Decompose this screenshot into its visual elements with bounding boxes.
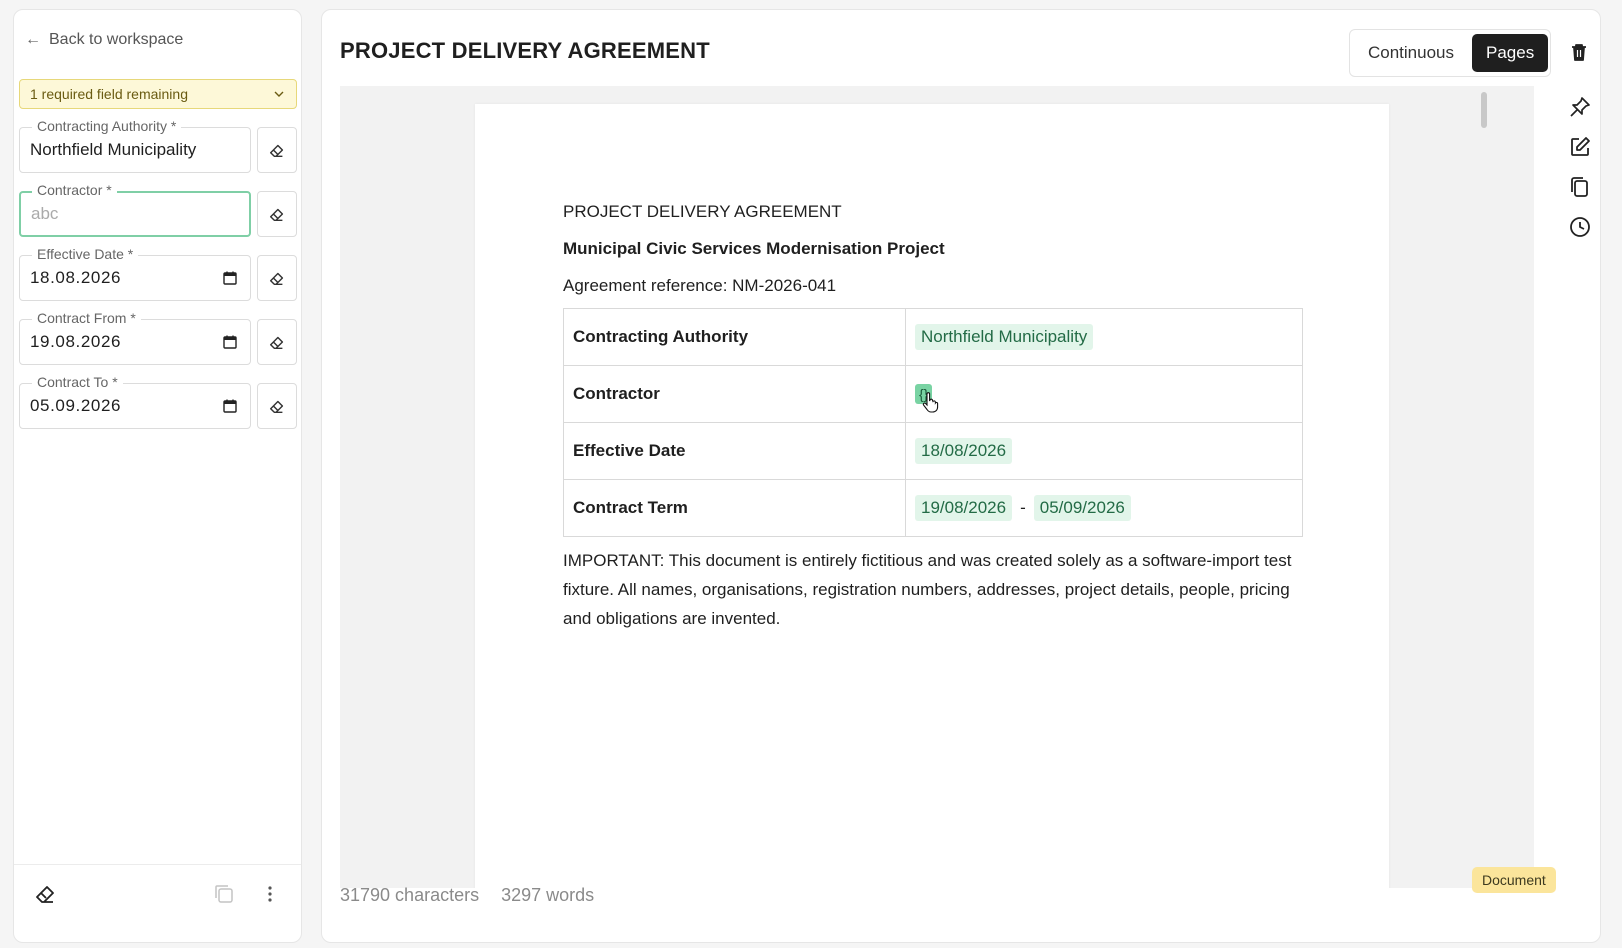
effective-date-label: Effective Date * [32,246,139,262]
table-value-cell: 18/08/2026 [905,422,1303,480]
sidebar-footer [14,864,301,942]
contract-to-label: Contract To * [32,374,123,390]
contract-from-value: 19.08.2026 [30,332,122,351]
clear-contract-from-button[interactable] [257,319,297,365]
trash-icon[interactable] [1568,41,1590,63]
contracting-authority-label: Contracting Authority * [32,118,182,134]
table-key: Effective Date [563,422,906,480]
word-count: 3297 words [501,885,595,905]
required-fields-banner[interactable]: 1 required field remaining [19,79,297,109]
hand-cursor-icon [922,392,939,413]
edit-button[interactable] [1563,130,1597,164]
document-page: PROJECT DELIVERY AGREEMENT Municipal Civ… [475,104,1389,888]
status-bar: 31790 characters 3297 words [340,885,594,909]
back-label: Back to workspace [49,31,184,48]
doc-subheading: Municipal Civic Services Modernisation P… [563,239,945,258]
arrow-left-icon: ← [25,31,41,48]
table-key: Contracting Authority [563,308,906,366]
calendar-icon[interactable] [222,398,238,414]
field-effective-date: 18.08.2026 Effective Date * [19,246,297,301]
edit-icon [1571,137,1590,156]
copy-icon[interactable] [213,883,235,905]
effective-date-value: 18.08.2026 [30,268,122,287]
contracting-authority-chip[interactable]: Northfield Municipality [915,324,1094,350]
scrollbar-thumb[interactable] [1481,92,1487,128]
doc-heading: PROJECT DELIVERY AGREEMENT [563,202,842,221]
contractor-label: Contractor * [32,182,117,198]
eraser-icon [269,144,284,158]
history-icon [1570,217,1590,237]
contracting-authority-value: Northfield Municipality [30,140,197,159]
chevron-down-icon [274,91,284,97]
field-contractor: Contractor * [19,182,297,237]
doc-reference: Agreement reference: NM-2026-041 [563,276,837,295]
copy-icon [1571,177,1588,197]
eraser-icon [269,400,284,414]
table-value-cell: Northfield Municipality [905,308,1303,366]
table-row: Effective Date 18/08/2026 [563,422,1303,480]
table-row: Contract Term 19/08/2026-05/09/2026 [563,479,1303,537]
table-value-cell: {} [905,365,1303,423]
field-contract-from: 19.08.2026 Contract From * [19,310,297,365]
fields-sidebar: ← Back to workspace 1 required field rem… [13,9,302,943]
table-value-cell: 19/08/2026-05/09/2026 [905,479,1303,537]
calendar-icon[interactable] [222,270,238,286]
clear-contract-to-button[interactable] [257,383,297,429]
contractor-chip[interactable]: {} [915,384,939,413]
document-panel: PROJECT DELIVERY AGREEMENT Continuous Pa… [321,9,1601,943]
eraser-icon [269,272,284,286]
clear-contracting-authority-button[interactable] [257,127,297,173]
required-banner-text: 1 required field remaining [30,86,188,102]
document-canvas[interactable]: PROJECT DELIVERY AGREEMENT Municipal Civ… [340,86,1534,888]
contract-to-value: 05.09.2026 [30,396,122,415]
contractor-input[interactable] [31,204,239,224]
history-button[interactable] [1563,210,1597,244]
contract-to-chip[interactable]: 05/09/2026 [1033,495,1131,521]
table-key: Contractor [563,365,906,423]
contract-from-label: Contract From * [32,310,141,326]
table-row: Contractor {} [563,365,1303,423]
clear-effective-date-button[interactable] [257,255,297,301]
contract-from-chip[interactable]: 19/08/2026 [915,495,1013,521]
document-scrollbar[interactable] [1480,88,1488,888]
effective-date-chip[interactable]: 18/08/2026 [915,438,1013,464]
more-vertical-icon[interactable] [258,882,282,906]
back-to-workspace-link[interactable]: ← Back to workspace [25,28,183,52]
eraser-icon [269,208,284,222]
view-mode-toggle: Continuous Pages [1349,29,1551,77]
doc-disclaimer: IMPORTANT: This document is entirely fic… [563,551,1292,628]
table-row: Contracting Authority Northfield Municip… [563,308,1303,366]
pin-button[interactable] [1563,90,1597,124]
eraser-icon [269,336,284,350]
summary-table: Contracting Authority Northfield Municip… [563,308,1303,537]
view-pages-button[interactable]: Pages [1472,34,1549,72]
clear-contractor-button[interactable] [257,191,297,237]
character-count: 31790 characters [340,885,480,905]
document-badge: Document [1472,867,1556,893]
table-key: Contract Term [563,479,906,537]
view-continuous-button[interactable]: Continuous [1354,34,1468,72]
calendar-icon[interactable] [222,334,238,350]
field-contract-to: 05.09.2026 Contract To * [19,374,297,429]
eraser-icon[interactable] [34,882,58,906]
pin-icon [1570,97,1590,117]
term-separator: - [1020,498,1026,517]
document-title: PROJECT DELIVERY AGREEMENT [340,38,710,63]
copy-button[interactable] [1563,170,1597,204]
field-contracting-authority: Northfield Municipality Contracting Auth… [19,118,297,173]
page-content: PROJECT DELIVERY AGREEMENT Municipal Civ… [563,202,1303,633]
